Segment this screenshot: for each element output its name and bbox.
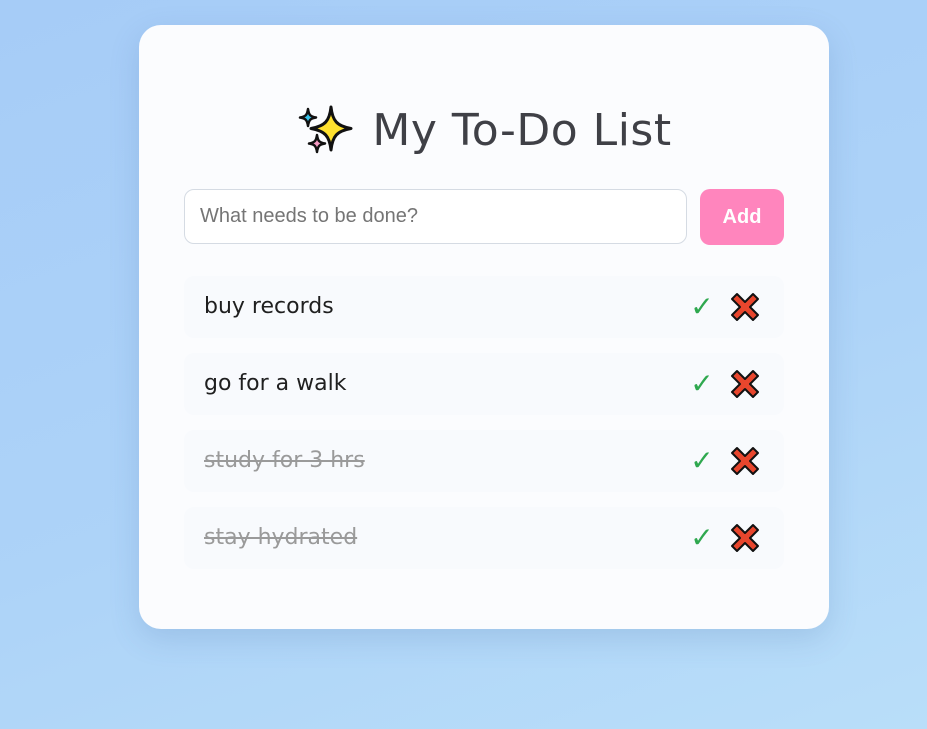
todo-card: My To-Do List Add buy records ✓ go for a… [139, 25, 829, 629]
todo-item: go for a walk ✓ [184, 353, 784, 415]
todo-text[interactable]: go for a walk [204, 353, 346, 415]
delete-button[interactable] [730, 523, 760, 553]
complete-button[interactable]: ✓ [687, 290, 717, 324]
todo-item: buy records ✓ [184, 276, 784, 338]
add-button[interactable]: Add [700, 189, 784, 245]
todo-text[interactable]: study for 3 hrs [204, 430, 365, 492]
add-task-form: Add [184, 189, 784, 245]
complete-button[interactable]: ✓ [687, 444, 717, 478]
todo-text[interactable]: stay hydrated [204, 507, 357, 569]
cross-mark-icon [731, 293, 759, 321]
todo-item: stay hydrated ✓ [184, 507, 784, 569]
cross-mark-icon [731, 524, 759, 552]
complete-button[interactable]: ✓ [687, 367, 717, 401]
delete-button[interactable] [730, 369, 760, 399]
page-title: My To-Do List [372, 105, 672, 156]
cross-mark-icon [731, 370, 759, 398]
title-row: My To-Do List [139, 103, 829, 159]
delete-button[interactable] [730, 446, 760, 476]
sparkles-icon [296, 103, 354, 159]
task-input[interactable] [184, 189, 687, 244]
complete-button[interactable]: ✓ [687, 521, 717, 555]
todo-item: study for 3 hrs ✓ [184, 430, 784, 492]
delete-button[interactable] [730, 292, 760, 322]
todo-text[interactable]: buy records [204, 276, 334, 338]
todo-list: buy records ✓ go for a walk ✓ study for … [184, 276, 784, 584]
cross-mark-icon [731, 447, 759, 475]
